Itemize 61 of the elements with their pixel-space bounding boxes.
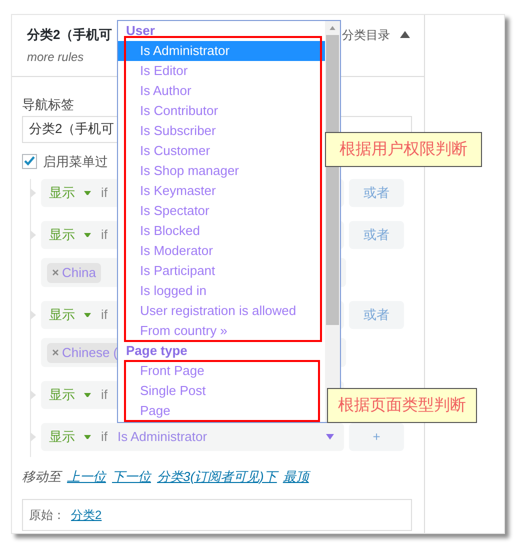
dropdown-option[interactable]: Is Subscriber	[118, 123, 325, 139]
caret-icon	[84, 312, 91, 318]
dropdown-option[interactable]: Is Author	[118, 83, 325, 99]
dropdown-option[interactable]: Is Spectator	[118, 203, 325, 219]
or-button[interactable]: 或者	[349, 221, 404, 249]
original-label: 原始：	[29, 506, 65, 524]
action-select[interactable]: 显示	[49, 427, 91, 447]
group-header: Page type	[126, 343, 188, 359]
caret-icon	[84, 392, 91, 398]
if-label: if	[101, 428, 108, 446]
or-button[interactable]: 或者	[349, 179, 404, 207]
menu-item-title: 分类2（手机可	[27, 26, 112, 44]
toggle-arrow-icon[interactable]	[400, 31, 410, 38]
dropdown-option[interactable]: Is Administrator	[118, 41, 325, 61]
dropdown-option[interactable]: Is Contributor	[118, 103, 325, 119]
checkbox-label: 启用菜单过	[43, 152, 108, 170]
annotation-tooltip: 根据用户权限判断	[325, 132, 482, 167]
move-link[interactable]: 最顶	[282, 467, 309, 486]
caret-icon	[326, 434, 334, 440]
caret-icon	[84, 434, 91, 440]
if-label: if	[101, 306, 108, 324]
move-link[interactable]: 上一位	[67, 467, 106, 486]
dropdown-option[interactable]: Is Editor	[118, 63, 325, 79]
field-label: 导航标签	[22, 96, 74, 114]
dropdown-option[interactable]: Is Participant	[118, 263, 325, 279]
original-link[interactable]: 分类2	[71, 506, 102, 524]
action-select[interactable]: 显示	[49, 385, 91, 405]
dropdown-option[interactable]: Is Moderator	[118, 243, 325, 259]
dropdown-option[interactable]: Page	[118, 403, 325, 419]
remove-icon[interactable]	[52, 349, 59, 356]
if-label: if	[101, 226, 108, 244]
action-select[interactable]: 显示	[49, 183, 91, 203]
remove-icon[interactable]	[52, 269, 59, 276]
dropdown-option[interactable]: Is Customer	[118, 143, 325, 159]
dropdown-option[interactable]: Is logged in	[118, 283, 325, 299]
annotation-tooltip: 根据页面类型判断	[327, 388, 477, 423]
if-label: if	[101, 386, 108, 404]
menu-item-subtitle: more rules	[27, 48, 84, 66]
scroll-up-icon	[329, 26, 336, 30]
caret-icon	[84, 232, 91, 238]
dropdown-option[interactable]: Is Keymaster	[118, 183, 325, 199]
dropdown-option[interactable]: User registration is allowed	[118, 303, 325, 319]
dropdown-option[interactable]: Front Page	[118, 363, 325, 379]
action-select[interactable]: 显示	[49, 225, 91, 245]
move-to-label: 移动至	[22, 468, 61, 486]
group-header: User	[126, 23, 155, 39]
dropdown-option[interactable]: Is Blocked	[118, 223, 325, 239]
if-label: if	[101, 184, 108, 202]
move-link[interactable]: 下一位	[112, 467, 151, 486]
action-select[interactable]: 显示	[49, 305, 91, 325]
or-button[interactable]: 或者	[349, 301, 404, 329]
selected-tag[interactable]: China	[47, 262, 101, 282]
checkbox[interactable]	[22, 154, 37, 169]
move-link[interactable]: 分类3(订阅者可见)下	[157, 467, 277, 486]
condition-select[interactable]: Is Administrator	[118, 427, 336, 447]
dropdown-option[interactable]: Is Shop manager	[118, 163, 325, 179]
add-button[interactable]: +	[349, 423, 404, 451]
dropdown-option[interactable]: From country »	[118, 323, 325, 339]
item-type-label: 分类目录	[342, 27, 390, 44]
caret-icon	[84, 190, 91, 196]
dropdown-option[interactable]: Single Post	[118, 383, 325, 399]
